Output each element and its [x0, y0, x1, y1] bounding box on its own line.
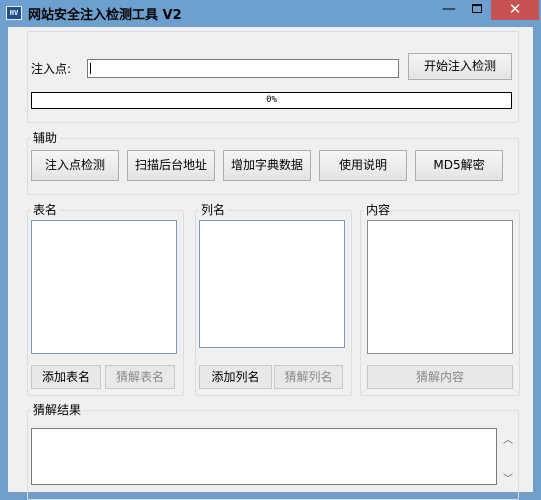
scroll-up-arrow-icon[interactable]: ︿: [500, 431, 516, 446]
close-button[interactable]: ✕: [491, 0, 539, 20]
tables-listbox[interactable]: [31, 220, 177, 354]
result-group: 猜解结果 ︿ ﹀: [27, 403, 519, 500]
inject-url-input[interactable]: [87, 59, 399, 78]
add-dictionary-button[interactable]: 增加字典数据: [223, 150, 311, 181]
assist-legend: 辅助: [31, 131, 60, 145]
window-title: 网站安全注入检测工具 V2: [28, 8, 182, 23]
text-caret: [90, 63, 91, 74]
tables-group: 表名 添加表名 猜解表名: [27, 203, 184, 396]
scroll-down-arrow-icon[interactable]: ﹀: [500, 470, 516, 485]
content-listbox[interactable]: [367, 220, 513, 354]
add-table-button[interactable]: 添加表名: [31, 365, 101, 389]
guess-columns-button[interactable]: 猜解列名: [274, 365, 343, 389]
content-legend: 内容: [364, 203, 393, 217]
maximize-button[interactable]: [463, 0, 491, 20]
guess-content-button[interactable]: 猜解内容: [367, 365, 513, 389]
usage-help-button[interactable]: 使用说明: [319, 150, 407, 181]
tables-legend: 表名: [31, 203, 60, 217]
content-group: 内容 猜解内容: [360, 203, 520, 396]
progress-bar: 0%: [31, 92, 512, 109]
result-legend: 猜解结果: [31, 403, 84, 417]
minimize-button[interactable]: —: [435, 0, 463, 20]
check-inject-point-button[interactable]: 注入点检测: [31, 150, 119, 181]
minimize-icon: —: [442, 1, 456, 17]
columns-legend: 列名: [199, 203, 228, 217]
columns-group: 列名 添加列名 猜解列名: [195, 203, 352, 396]
inject-group: 注入点: 开始注入检测 0%: [27, 31, 519, 123]
md5-decrypt-button[interactable]: MD5解密: [415, 150, 503, 181]
start-inject-button[interactable]: 开始注入检测: [408, 53, 512, 80]
inject-point-label: 注入点:: [31, 62, 72, 76]
scan-admin-button[interactable]: 扫描后台地址: [127, 150, 215, 181]
add-column-button[interactable]: 添加列名: [199, 365, 272, 389]
maximize-icon: [472, 3, 482, 13]
progress-text: 0%: [266, 95, 277, 105]
assist-group: 辅助 注入点检测 扫描后台地址 增加字典数据 使用说明 MD5解密: [27, 131, 519, 195]
guess-tables-button[interactable]: 猜解表名: [105, 365, 175, 389]
window-client: 注入点: 开始注入检测 0% 辅助 注入点检测 扫描后台地址 增加字典数据 使用…: [8, 27, 533, 500]
app-icon: HV: [6, 6, 22, 20]
title-bar[interactable]: HV 网站安全注入检测工具 V2 — ✕: [0, 0, 541, 26]
columns-listbox[interactable]: [199, 220, 345, 348]
result-textarea[interactable]: [31, 428, 497, 485]
close-icon: ✕: [508, 0, 522, 18]
